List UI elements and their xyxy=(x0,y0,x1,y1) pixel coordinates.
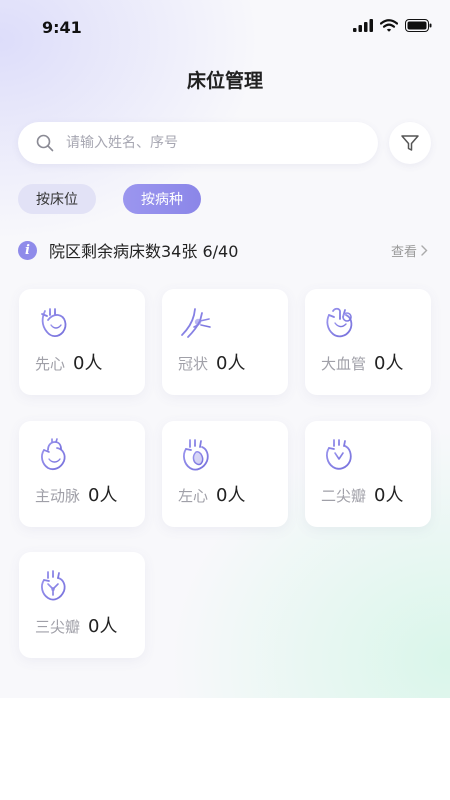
disease-card-left-heart[interactable]: 左心 0人 xyxy=(162,421,288,527)
heart-icon xyxy=(41,308,67,338)
disease-card-mitral[interactable]: 二尖瓣 0人 xyxy=(305,421,431,527)
view-link[interactable]: 查看 xyxy=(391,241,428,260)
patient-count: 0人 xyxy=(216,485,246,506)
bed-summary: i 院区剩余病床数34张 6/40 查看 xyxy=(18,238,430,262)
disease-card-coronary[interactable]: 冠状 0人 xyxy=(162,289,288,395)
patient-count: 0人 xyxy=(88,485,118,506)
disease-name: 先心 xyxy=(35,355,66,373)
disease-name: 左心 xyxy=(178,487,209,505)
disease-name: 三尖瓣 xyxy=(35,618,81,636)
patient-count: 0人 xyxy=(73,353,103,374)
disease-name: 冠状 xyxy=(178,355,209,373)
disease-card-aorta[interactable]: 主动脉 0人 xyxy=(19,421,145,527)
patient-count: 0人 xyxy=(374,485,404,506)
status-icons xyxy=(353,19,432,32)
disease-card-great-vessels[interactable]: 大血管 0人 xyxy=(305,289,431,395)
info-icon: i xyxy=(18,240,37,260)
search-icon xyxy=(36,134,54,152)
filter-button[interactable] xyxy=(389,122,431,164)
battery-icon xyxy=(405,19,432,32)
patient-count: 0人 xyxy=(88,616,118,637)
disease-name: 大血管 xyxy=(321,355,367,373)
patient-count: 0人 xyxy=(216,353,246,374)
tab-by-bed[interactable]: 按床位 xyxy=(18,184,96,214)
coronary-artery-icon xyxy=(181,308,211,338)
tricuspid-valve-icon xyxy=(41,570,66,601)
tab-by-disease[interactable]: 按病种 xyxy=(123,184,201,214)
chevron-right-icon xyxy=(421,245,428,256)
status-bar: 9:41 xyxy=(0,0,450,56)
mitral-valve-icon xyxy=(326,439,352,470)
disease-name: 主动脉 xyxy=(35,487,81,505)
aorta-heart-icon xyxy=(41,438,66,471)
signal-icon xyxy=(353,19,373,32)
search-bar[interactable] xyxy=(18,122,378,164)
great-vessels-heart-icon xyxy=(326,307,353,338)
disease-name: 二尖瓣 xyxy=(321,487,367,505)
filter-icon xyxy=(401,135,419,151)
disease-card-congenital[interactable]: 先心 0人 xyxy=(19,289,145,395)
page-title: 床位管理 xyxy=(186,70,263,92)
search-input[interactable] xyxy=(64,134,348,152)
disease-card-tricuspid[interactable]: 三尖瓣 0人 xyxy=(19,552,145,658)
bed-summary-text: 院区剩余病床数34张 6/40 xyxy=(49,242,239,261)
view-link-label: 查看 xyxy=(390,245,417,260)
status-time: 9:41 xyxy=(42,18,82,37)
patient-count: 0人 xyxy=(374,353,404,374)
wifi-icon xyxy=(380,19,398,32)
left-heart-icon xyxy=(183,439,209,471)
